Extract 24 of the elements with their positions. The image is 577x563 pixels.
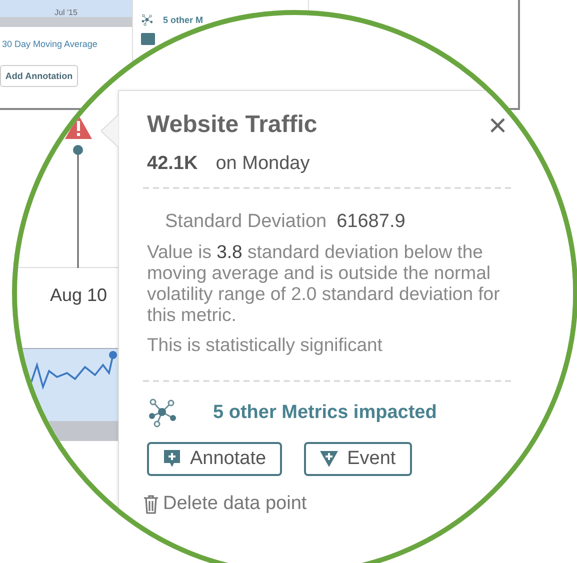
metric-value: 42.1K: [147, 153, 198, 175]
close-icon[interactable]: ×: [488, 115, 507, 135]
significance-text: This is statistically significant: [147, 334, 384, 356]
network-icon: [141, 14, 153, 26]
deviation-label: Standard Deviation: [165, 211, 327, 233]
trash-icon: [143, 494, 159, 514]
day-label: on Monday: [216, 153, 310, 175]
warning-icon: [65, 115, 92, 139]
network-icon: [147, 398, 177, 428]
delete-link[interactable]: Delete data point: [163, 493, 307, 515]
add-annotation-button[interactable]: Add Annotation: [0, 65, 78, 87]
data-point-marker[interactable]: [73, 145, 83, 269]
annotate-button[interactable]: Annotate: [147, 442, 282, 476]
triangle-plus-icon: [320, 451, 338, 467]
deviation-value: 61687.9: [336, 211, 406, 233]
explanation-text: Value is 3.8 standard deviation below the moving average and is outside the normal volatility range of 2.0 standard deviation for this metric.: [147, 241, 501, 325]
impact-link[interactable]: 5 other Metrics impacted: [213, 402, 437, 424]
event-button[interactable]: Event: [304, 442, 412, 476]
legend-link[interactable]: 30 Day Moving Average: [2, 39, 98, 49]
popover-title: Website Traffic: [147, 111, 318, 139]
date-label: Aug 10: [50, 285, 108, 306]
impact-text[interactable]: 5 other M: [163, 15, 204, 25]
comment-plus-icon: [163, 449, 181, 469]
axis-label: Jul '15: [54, 8, 78, 17]
